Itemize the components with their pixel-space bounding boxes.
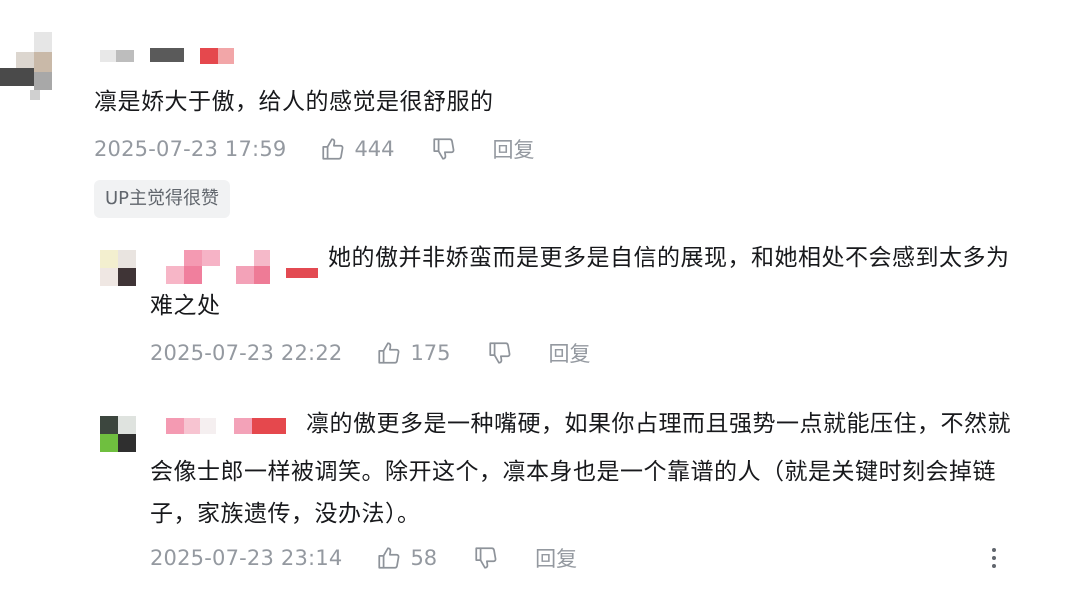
comment-text: 难之处 — [150, 293, 221, 319]
comment-time: 2025-07-23 17:59 — [94, 137, 287, 161]
thumbs-up-icon[interactable] — [320, 136, 346, 162]
like-count: 58 — [410, 546, 438, 570]
thumbs-down-icon[interactable] — [473, 545, 499, 571]
comment-text: 她的傲并非娇蛮而是更多是自信的展现，和她相处不会感到太多为 — [328, 245, 1010, 271]
reply-button[interactable]: 回复 — [535, 543, 577, 573]
username[interactable] — [166, 250, 322, 284]
thumbs-up-icon[interactable] — [376, 340, 402, 366]
reply-button[interactable]: 回复 — [493, 134, 535, 164]
reply-button[interactable]: 回复 — [549, 338, 591, 368]
comment-time: 2025-07-23 22:22 — [150, 341, 343, 365]
like-count: 175 — [410, 341, 451, 365]
comment-time: 2025-07-23 23:14 — [150, 546, 343, 570]
up-liked-badge: UP主觉得很赞 — [94, 180, 231, 218]
username[interactable] — [166, 418, 290, 436]
avatar[interactable] — [100, 416, 136, 452]
username[interactable] — [100, 48, 240, 66]
thumbs-down-icon[interactable] — [431, 136, 457, 162]
avatar[interactable] — [100, 250, 136, 286]
like-count: 444 — [354, 137, 395, 161]
comment-text: 凛是娇大于傲，给人的感觉是很舒服的 — [94, 89, 494, 115]
thumbs-up-icon[interactable] — [376, 545, 402, 571]
thumbs-down-icon[interactable] — [487, 340, 513, 366]
comment-meta: 2025-07-23 22:22 175 回复 — [150, 338, 591, 368]
comment-meta: 2025-07-23 23:14 58 回复 — [150, 543, 577, 573]
comment-meta: 2025-07-23 17:59 444 回复 — [94, 134, 535, 164]
avatar[interactable] — [0, 32, 54, 102]
more-vertical-icon[interactable] — [984, 546, 1004, 572]
comment-text: 子，家族遗传，没办法）。 — [150, 501, 421, 527]
comment-text: 凛的傲更多是一种嘴硬，如果你占理而且强势一点就能压住，不然就 — [306, 411, 1011, 437]
comment-text: 会像士郎一样被调笑。除开这个，凛本身也是一个靠谱的人（就是关键时刻会掉链 — [150, 459, 996, 485]
